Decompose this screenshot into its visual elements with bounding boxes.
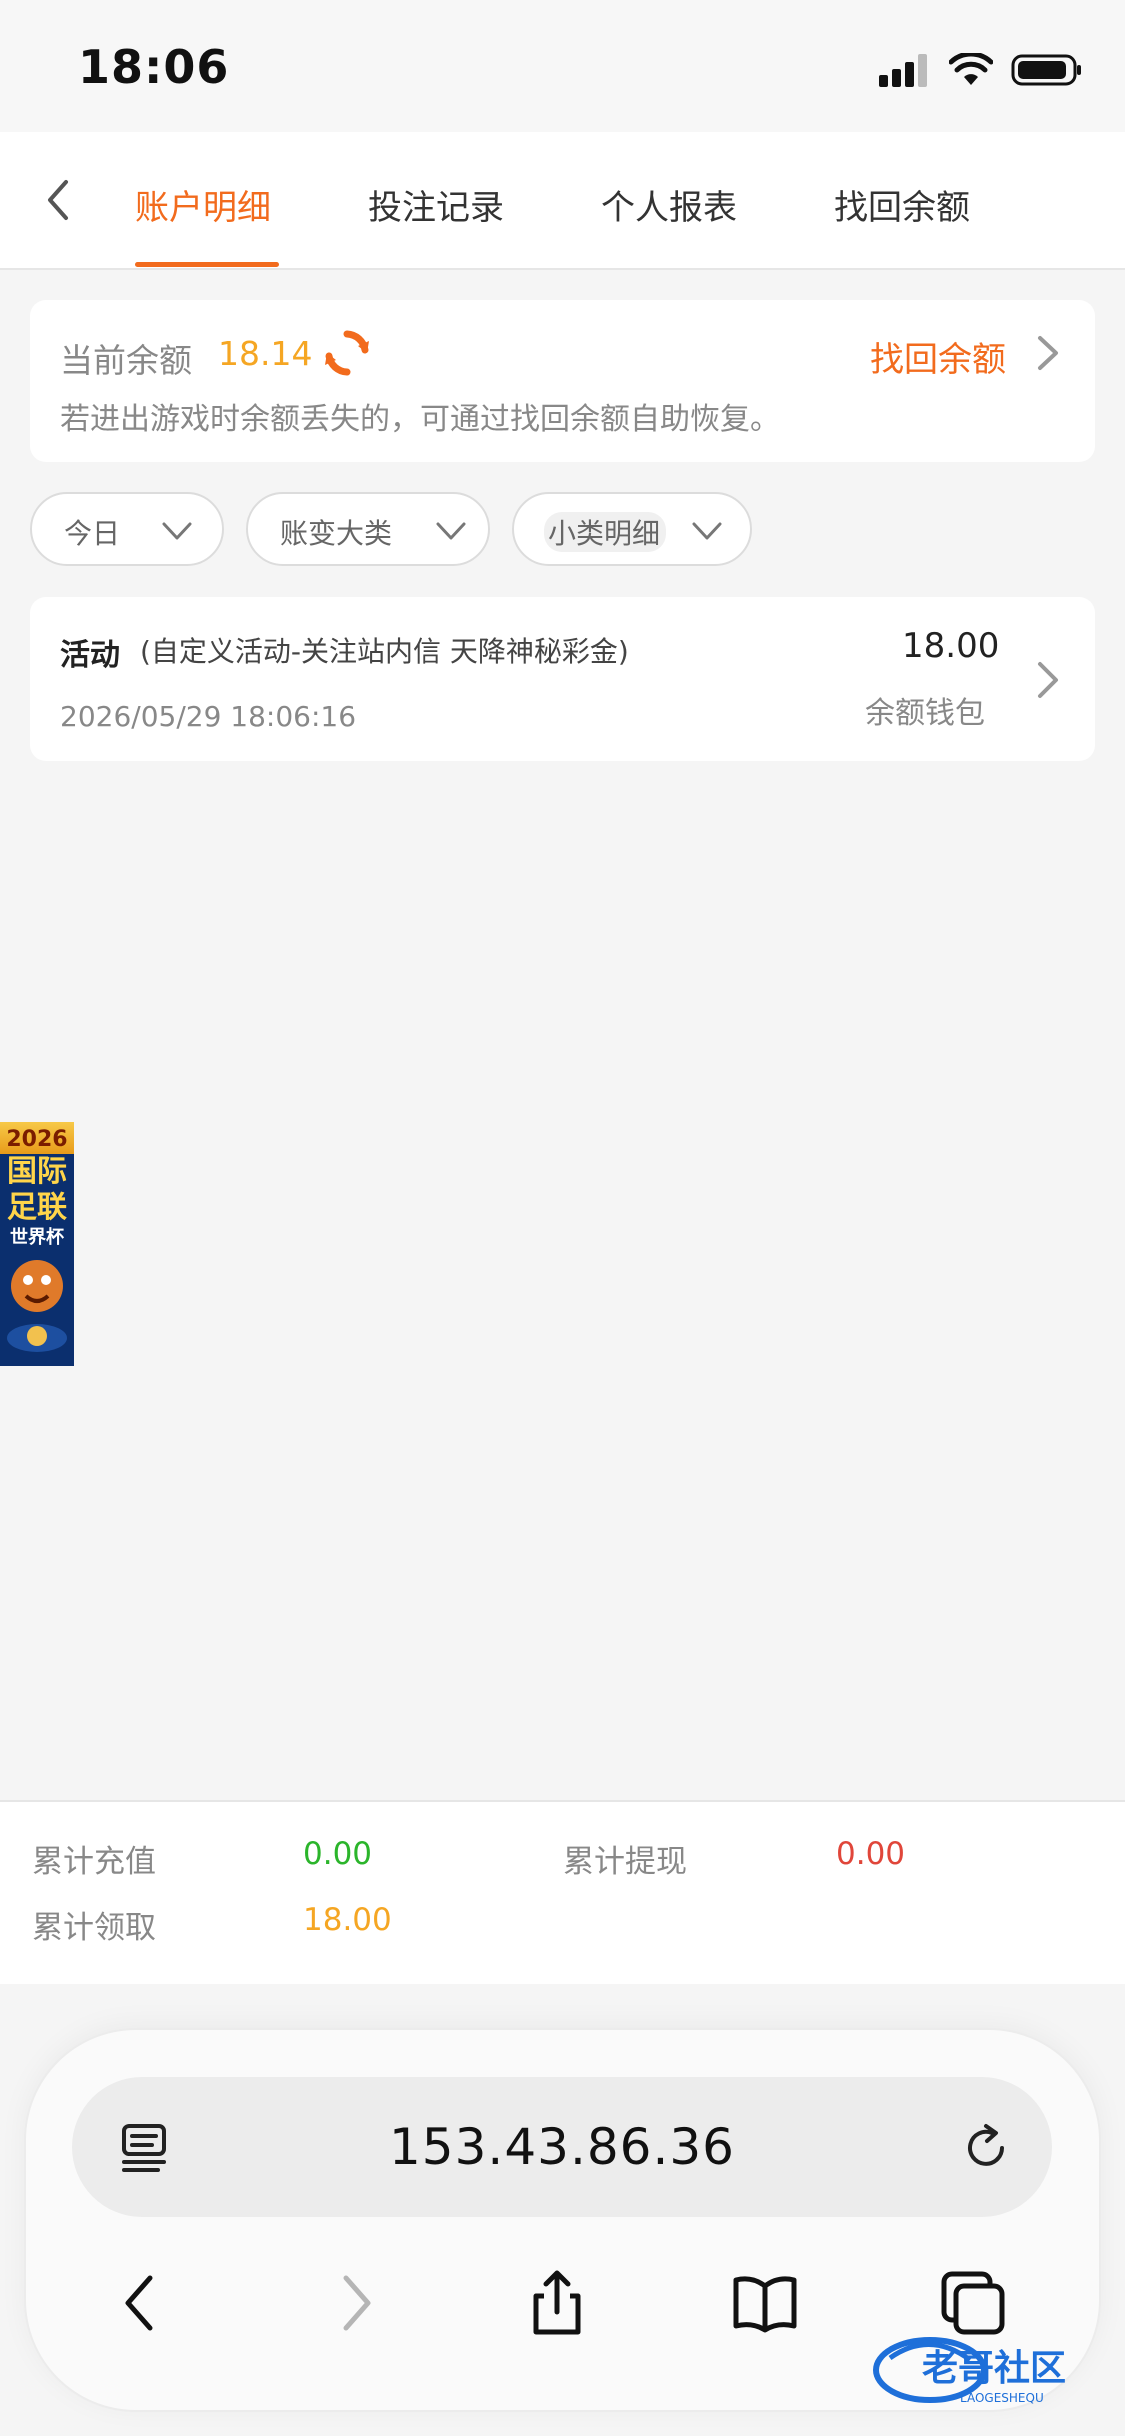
- balance-label: 当前余额: [60, 341, 192, 380]
- url-text[interactable]: 153.43.86.36: [72, 2118, 1052, 2176]
- total-recharge-label: 累计充值: [32, 1844, 156, 1880]
- browser-forward-icon[interactable]: [320, 2268, 390, 2338]
- chevron-right-icon[interactable]: [1030, 332, 1066, 374]
- page-menu-icon[interactable]: [118, 2120, 172, 2174]
- promo-line-3: 世界杯: [10, 1227, 64, 1248]
- filter-category-dropdown[interactable]: 账变大类: [246, 492, 490, 566]
- filter-date-dropdown[interactable]: 今日: [30, 492, 224, 566]
- cellular-signal-icon: [879, 54, 927, 87]
- tabs-icon[interactable]: [938, 2268, 1008, 2338]
- mascot-illustration: [7, 1260, 67, 1352]
- status-icons: [879, 50, 1083, 90]
- promo-line-1: 国际: [7, 1154, 67, 1189]
- tab-bet-records[interactable]: 投注记录: [368, 180, 504, 229]
- total-recharge-value: 0.00: [303, 1836, 373, 1872]
- record-timestamp: 2026/05/29 18:06:16: [60, 700, 357, 733]
- watermark-text: 老哥社区: [922, 2348, 1066, 2389]
- recover-balance-link[interactable]: 找回余额: [870, 332, 1006, 381]
- bookmarks-icon[interactable]: [730, 2268, 800, 2338]
- filter-subcategory-value: 小类明细: [544, 512, 666, 552]
- balance-value: 18.14: [218, 334, 313, 373]
- promo-year: 2026: [0, 1122, 74, 1154]
- tab-account-details[interactable]: 账户明细: [135, 180, 271, 229]
- reload-icon[interactable]: [958, 2120, 1014, 2176]
- battery-icon: [1011, 54, 1081, 86]
- record-wallet: 余额钱包: [865, 696, 985, 731]
- world-cup-promo-banner[interactable]: 2026 国际 足联 世界杯: [0, 1122, 74, 1366]
- total-withdraw-label: 累计提现: [563, 1844, 687, 1880]
- record-list-item[interactable]: [30, 597, 1095, 761]
- total-claimed-label: 累计领取: [32, 1910, 156, 1946]
- filter-subcategory-dropdown[interactable]: 小类明细: [512, 492, 752, 566]
- share-icon[interactable]: [522, 2268, 592, 2338]
- watermark-subtext: LAOGESHEQU: [960, 2391, 1044, 2405]
- chevron-left-icon: [48, 180, 68, 220]
- chevron-right-icon[interactable]: [1030, 658, 1066, 702]
- chevron-down-icon: [162, 522, 192, 540]
- tab-recover-balance[interactable]: 找回余额: [834, 180, 970, 229]
- total-claimed-value: 18.00: [303, 1902, 392, 1938]
- record-amount: 18.00: [902, 626, 1000, 666]
- chevron-down-icon: [436, 522, 466, 540]
- back-button[interactable]: [30, 170, 90, 230]
- filter-category-value: 账变大类: [280, 517, 393, 550]
- active-tab-indicator: [135, 262, 279, 267]
- filter-date-value: 今日: [64, 517, 121, 550]
- record-type: 活动: [60, 638, 120, 673]
- browser-back-icon[interactable]: [106, 2268, 176, 2338]
- record-description: (自定义活动-关注站内信 天降神秘彩金): [140, 635, 629, 668]
- refresh-balance-icon[interactable]: [322, 328, 372, 378]
- tab-personal-report[interactable]: 个人报表: [601, 180, 737, 229]
- status-time: 18:06: [78, 40, 230, 94]
- watermark-logo: 老哥社区 LAOGESHEQU: [870, 2330, 1110, 2410]
- total-withdraw-value: 0.00: [836, 1836, 906, 1872]
- balance-hint: 若进出游戏时余额丢失的，可通过找回余额自助恢复。: [60, 402, 780, 437]
- wifi-icon: [949, 53, 993, 85]
- promo-line-2: 足联: [7, 1190, 67, 1225]
- summary-panel: [0, 1800, 1125, 1984]
- chevron-down-icon: [692, 522, 722, 540]
